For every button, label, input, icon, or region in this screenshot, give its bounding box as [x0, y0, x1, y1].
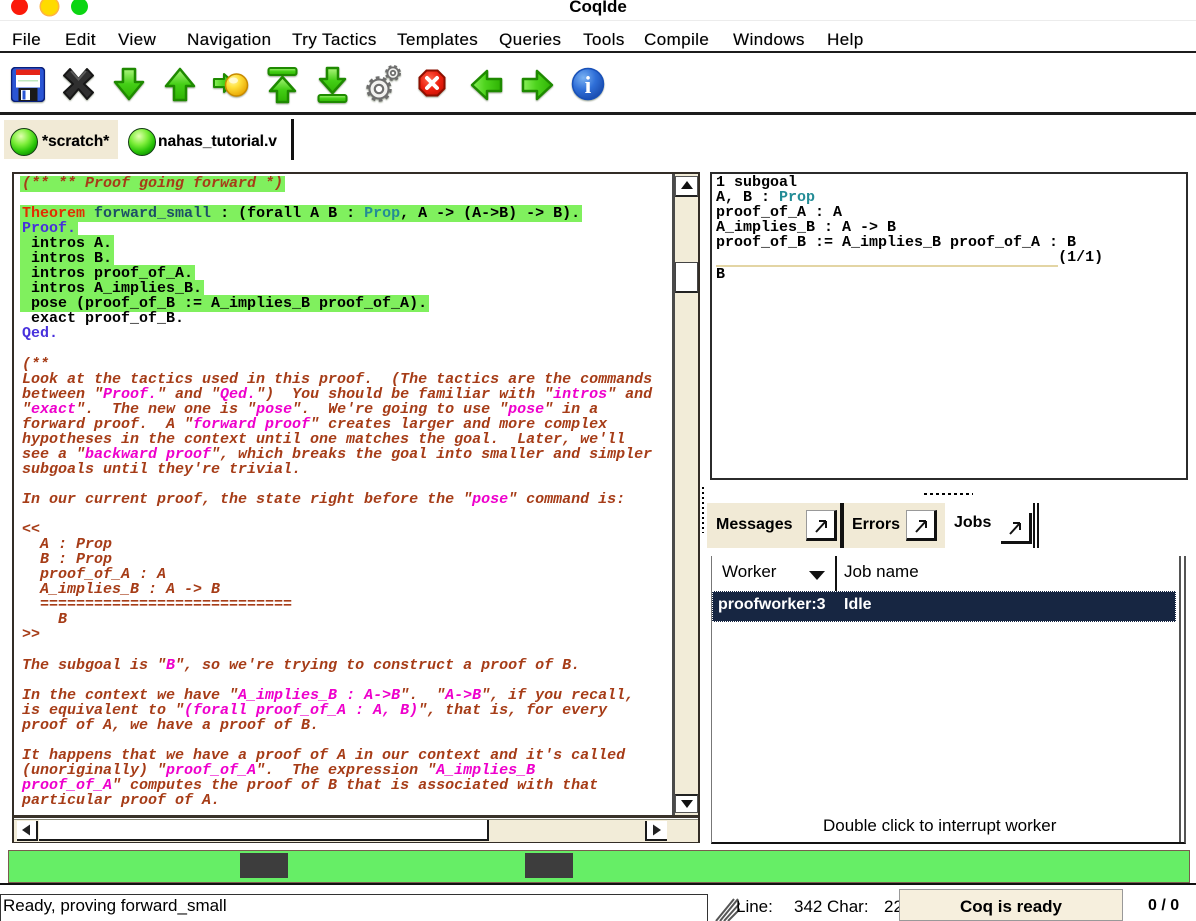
- svg-text:i: i: [585, 73, 592, 99]
